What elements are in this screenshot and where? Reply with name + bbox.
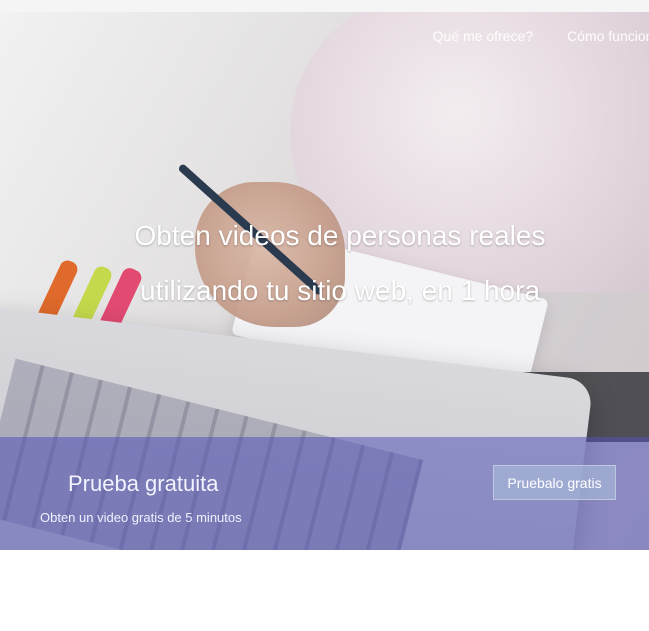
trial-subtitle: Obten un video gratis de 5 minutos <box>40 510 242 525</box>
hero-headline: Obten videos de personas reales utilizan… <box>60 208 620 318</box>
nav-link-como-funciona[interactable]: Cómo funciona? <box>567 28 649 44</box>
top-nav: Qué me ofrece? Cómo funciona? <box>433 28 649 44</box>
trial-title: Prueba gratuita <box>68 471 219 496</box>
hero-headline-line2: utilizando tu sitio web, en 1 hora <box>139 275 541 306</box>
nav-link-que-me-ofrece[interactable]: Qué me ofrece? <box>433 28 533 44</box>
try-free-button[interactable]: Pruebalo gratis <box>493 465 616 500</box>
hero-headline-line1: Obten videos de personas reales <box>134 220 546 251</box>
